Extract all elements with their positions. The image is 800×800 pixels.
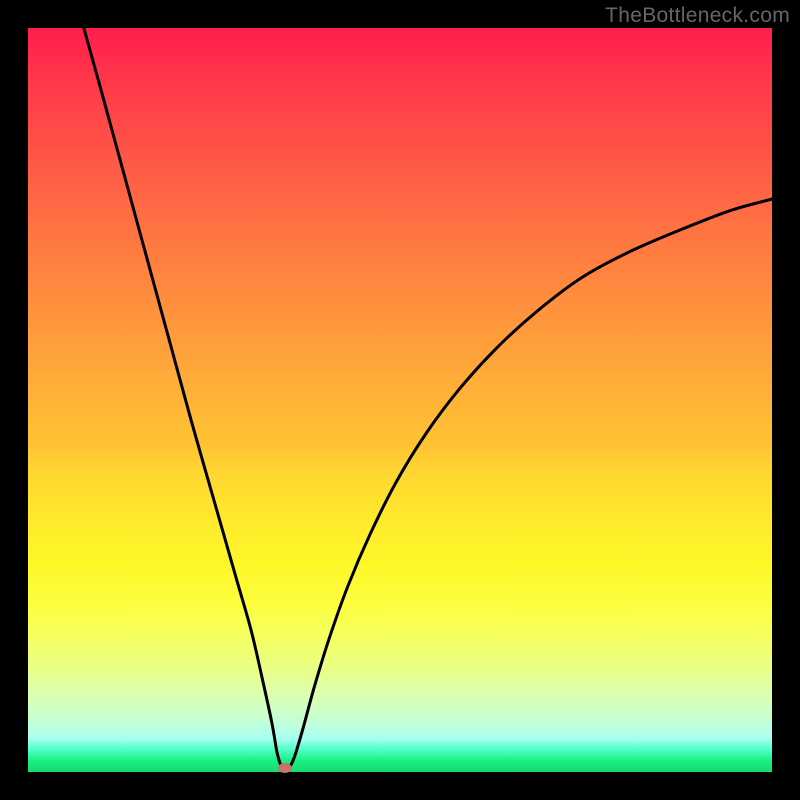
plot-area bbox=[28, 28, 772, 772]
optimum-marker bbox=[278, 763, 292, 773]
bottleneck-curve bbox=[84, 28, 772, 770]
curve-layer bbox=[28, 28, 772, 772]
watermark-text: TheBottleneck.com bbox=[605, 4, 790, 28]
chart-container: TheBottleneck.com bbox=[0, 0, 800, 800]
